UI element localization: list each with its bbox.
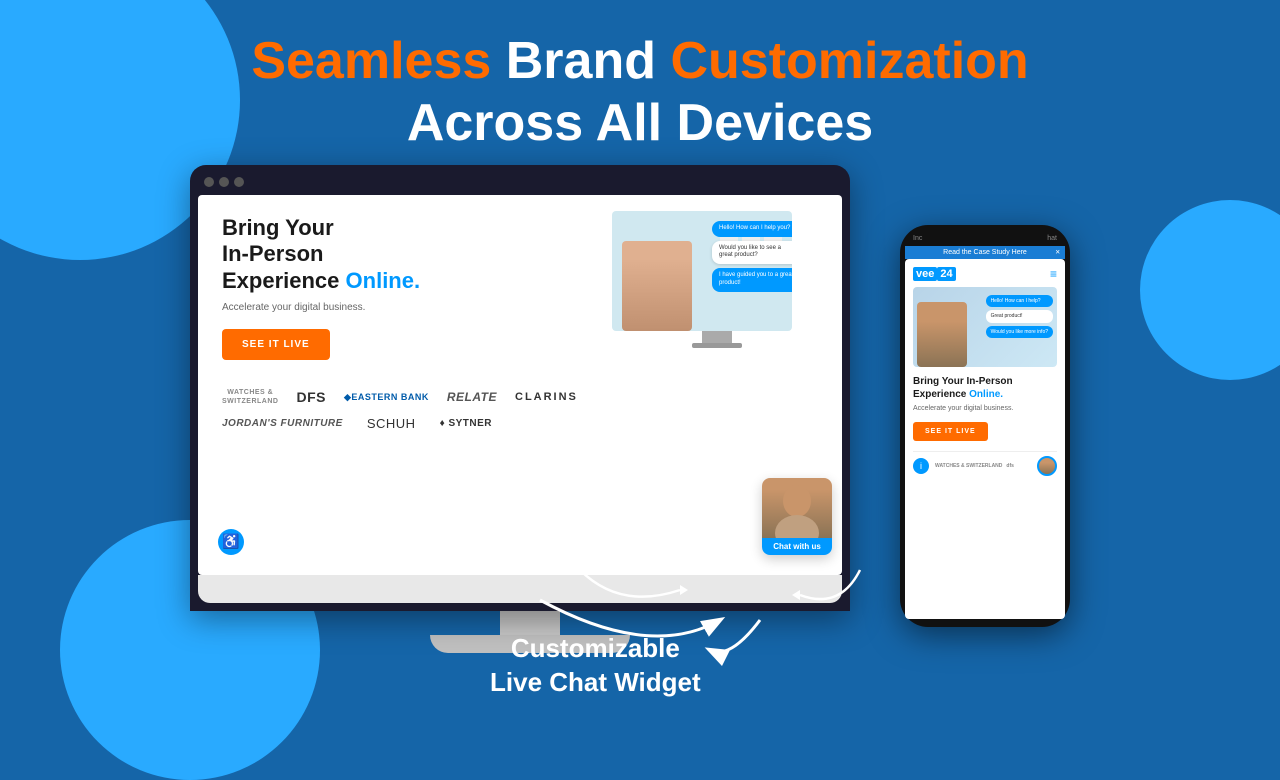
desktop-mockup: Bring Your In-Person Experience Online. … xyxy=(190,165,870,653)
phone-bubble-2: Great product! xyxy=(986,310,1053,323)
brand-watches: WATCHES &SWITZERLAND xyxy=(222,388,278,406)
title-line2: Across All Devices xyxy=(407,94,873,152)
monitor-base xyxy=(692,343,742,348)
main-area: Bring Your In-Person Experience Online. … xyxy=(0,155,1280,653)
phone-case-study-bar[interactable]: Read the Case Study Here × xyxy=(905,246,1065,259)
site-content: Bring Your In-Person Experience Online. … xyxy=(198,195,842,575)
phone-nav: vee24 ≡ xyxy=(913,267,1057,281)
phone-bottom-bar: i WATCHES & SWITZERLAND dfs xyxy=(913,451,1057,476)
info-symbol: i xyxy=(920,461,922,471)
phone-mockup: Inc hat Read the Case Study Here × vee24… xyxy=(900,225,1090,627)
phone-time: Inc xyxy=(913,235,922,242)
accessibility-icon[interactable]: ♿ xyxy=(218,529,244,555)
desktop-bezel-bottom xyxy=(198,575,842,603)
phone-hero-person xyxy=(917,302,967,367)
brand-sytner: ♦ Sytner xyxy=(440,418,492,429)
phone-frame: Inc hat Read the Case Study Here × vee24… xyxy=(900,225,1070,627)
phone-brand-watches: WATCHES & SWITZERLAND xyxy=(935,463,1002,469)
chat-avatar-svg xyxy=(772,483,822,538)
chat-widget-label: Chat with us xyxy=(762,538,832,555)
info-icon: i xyxy=(913,458,929,474)
phone-headline-text: Bring Your In-PersonExperience Online. xyxy=(913,376,1013,400)
accessibility-symbol: ♿ xyxy=(222,533,239,550)
case-study-label: Read the Case Study Here xyxy=(943,249,1027,256)
product-monitor-screen: Hello! How can I help you? Would you lik… xyxy=(612,211,792,331)
chat-bubble-2: Would you like to see a great product? xyxy=(712,241,792,265)
chat-widget-avatar xyxy=(762,478,832,538)
brand-dfs: dfs xyxy=(296,389,326,405)
stand-neck xyxy=(500,611,560,635)
logo-number: 24 xyxy=(937,267,955,281)
product-preview: Hello! How can I help you? Would you lik… xyxy=(612,211,822,348)
chat-bubble-1: Hello! How can I help you? xyxy=(712,221,792,237)
phone-signals: hat xyxy=(1047,235,1057,242)
phone-avatar xyxy=(1037,456,1057,476)
phone-hero-image: Hello! How can I help? Great product! Wo… xyxy=(913,287,1057,367)
site-headline: Bring Your In-Person Experience Online. xyxy=(222,215,442,294)
phone-screen: vee24 ≡ Hello! How can I help? Great pro… xyxy=(905,259,1065,619)
desktop-frame-top xyxy=(198,177,842,195)
product-person xyxy=(622,241,692,331)
phone-subtext: Accelerate your digital business. xyxy=(913,405,1057,412)
close-icon[interactable]: × xyxy=(1055,248,1060,257)
logo-text: vee xyxy=(913,267,937,281)
phone-bubble-3: Would you like more info? xyxy=(986,326,1053,339)
phone-status-bar: Inc hat xyxy=(905,233,1065,244)
brand-logos-row2: Jordan's Furniture schuh ♦ Sytner xyxy=(222,416,818,431)
chat-widget-desktop[interactable]: Chat with us xyxy=(762,478,832,555)
label-line1: Customizable xyxy=(511,633,680,663)
see-it-live-button-phone[interactable]: SEE IT LIVE xyxy=(913,422,988,441)
customizable-label: Customizable Live Chat Widget xyxy=(490,632,701,700)
hamburger-icon[interactable]: ≡ xyxy=(1050,267,1057,281)
window-dot-1 xyxy=(204,177,214,187)
phone-logo: vee24 xyxy=(913,268,956,280)
phone-brand-dfs: dfs xyxy=(1006,463,1014,469)
title-word-customization: Customization xyxy=(670,32,1028,90)
headline-experience: Experience xyxy=(222,268,339,293)
headline-inperson: In-Person xyxy=(222,241,323,266)
headline-bring: Bring Your xyxy=(222,215,334,240)
window-dot-3 xyxy=(234,177,244,187)
brand-schuh: schuh xyxy=(367,416,416,431)
brand-eastern: ◆Eastern Bank xyxy=(344,392,429,403)
window-dot-2 xyxy=(219,177,229,187)
chat-bubble-3: I have guided you to a great product! xyxy=(712,268,792,292)
phone-headline: Bring Your In-PersonExperience Online. xyxy=(913,375,1057,401)
brand-clarins: CLARINS xyxy=(515,391,578,403)
headline-online: Online. xyxy=(346,268,421,293)
label-line2: Live Chat Widget xyxy=(490,667,701,697)
brand-jordans: Jordan's Furniture xyxy=(222,418,343,429)
monitor-stand xyxy=(702,331,732,343)
chat-bubbles-desktop: Hello! How can I help you? Would you lik… xyxy=(712,221,792,292)
title-word-seamless: Seamless xyxy=(251,32,491,90)
brand-relate: relate xyxy=(447,390,497,404)
desktop-screen: Bring Your In-Person Experience Online. … xyxy=(198,195,842,575)
phone-chat-bubbles: Hello! How can I help? Great product! Wo… xyxy=(986,295,1053,339)
phone-bubble-1: Hello! How can I help? xyxy=(986,295,1053,308)
brand-logos-row1: WATCHES &SWITZERLAND dfs ◆Eastern Bank r… xyxy=(222,388,818,406)
phone-brand-logos: WATCHES & SWITZERLAND dfs xyxy=(935,463,1031,469)
desktop-stand xyxy=(190,611,870,635)
page: Seamless Brand Customization Across All … xyxy=(0,0,1280,720)
see-it-live-button-desktop[interactable]: SEE IT LIVE xyxy=(222,329,330,360)
title-word-brand: Brand xyxy=(506,32,671,90)
desktop-frame: Bring Your In-Person Experience Online. … xyxy=(190,165,850,611)
